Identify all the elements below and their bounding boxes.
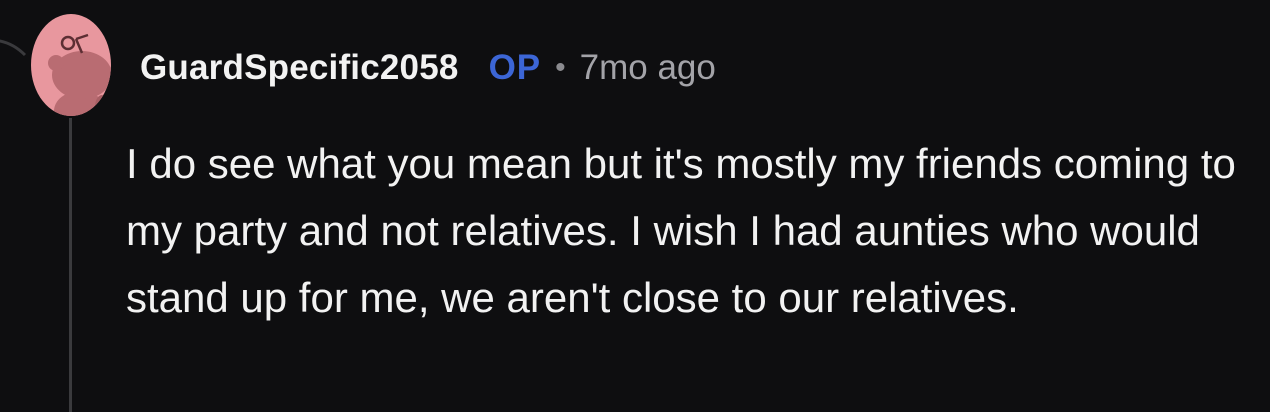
thread-line[interactable] (69, 118, 72, 412)
author-username[interactable]: GuardSpecific2058 (140, 48, 459, 88)
snoo-avatar-icon[interactable] (30, 13, 112, 117)
separator-dot: • (555, 51, 566, 84)
comment-body: I do see what you mean but it's mostly m… (126, 130, 1256, 331)
comment-text: I do see what you mean but it's mostly m… (126, 140, 1236, 321)
comment-header: GuardSpecific2058 OP • 7mo ago (140, 44, 716, 92)
op-badge: OP (488, 48, 542, 87)
comment-timestamp[interactable]: 7mo ago (580, 48, 716, 88)
